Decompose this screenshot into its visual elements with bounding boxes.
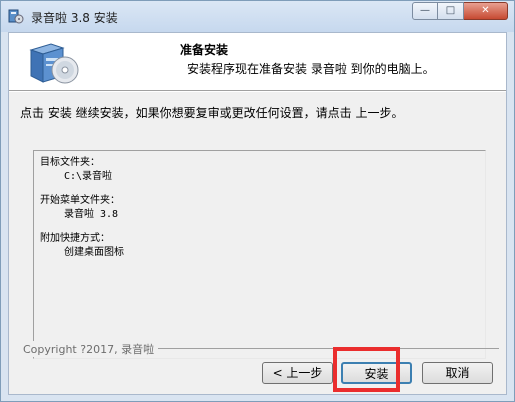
window-title: 录音啦 3.8 安装 — [31, 11, 118, 25]
maximize-button[interactable]: □ — [438, 2, 464, 20]
installer-window: 录音啦 3.8 安装 — □ ✕ 准备安装 安装程序现在准备安装 录音啦 到你的… — [0, 0, 515, 402]
target-folder-label: 目标文件夹： — [40, 157, 100, 168]
window-controls: — □ ✕ — [412, 2, 508, 21]
footer-divider — [139, 348, 499, 349]
target-folder-value: C:\录音啦 — [64, 171, 113, 182]
wizard-client-area: 准备安装 安装程序现在准备安装 录音啦 到你的电脑上。 点击 安装 继续安装，如… — [8, 32, 507, 395]
wizard-header: 准备安装 安装程序现在准备安装 录音啦 到你的电脑上。 — [9, 33, 506, 91]
installer-app-icon — [8, 9, 24, 24]
shortcuts-label: 附加快捷方式： — [40, 233, 110, 244]
shortcuts-value: 创建桌面图标 — [64, 247, 124, 258]
start-menu-folder-label: 开始菜单文件夹： — [40, 195, 120, 206]
page-subtitle: 安装程序现在准备安装 录音啦 到你的电脑上。 — [187, 62, 435, 76]
instruction-text: 点击 安装 继续安装，如果你想要复审或更改任何设置，请点击 上一步。 — [20, 106, 404, 120]
cancel-button[interactable]: 取消 — [422, 362, 493, 384]
close-button[interactable]: ✕ — [464, 2, 508, 20]
minimize-button[interactable]: — — [412, 2, 438, 20]
page-title: 准备安装 — [180, 43, 229, 57]
setup-box-cd-icon — [29, 43, 79, 84]
install-button[interactable]: 安装 — [341, 362, 412, 384]
header-divider — [9, 91, 506, 92]
back-button[interactable]: < 上一步 — [262, 362, 333, 384]
start-menu-folder-value: 录音啦 3.8 — [64, 209, 119, 220]
settings-summary-memo[interactable]: 目标文件夹： C:\录音啦 开始菜单文件夹： 录音啦 3.8 附加快捷方式： 创… — [33, 150, 486, 359]
copyright-text: Copyright ?2017, 录音啦 — [23, 341, 159, 357]
title-bar[interactable]: 录音啦 3.8 安装 — □ ✕ — [1, 1, 514, 32]
